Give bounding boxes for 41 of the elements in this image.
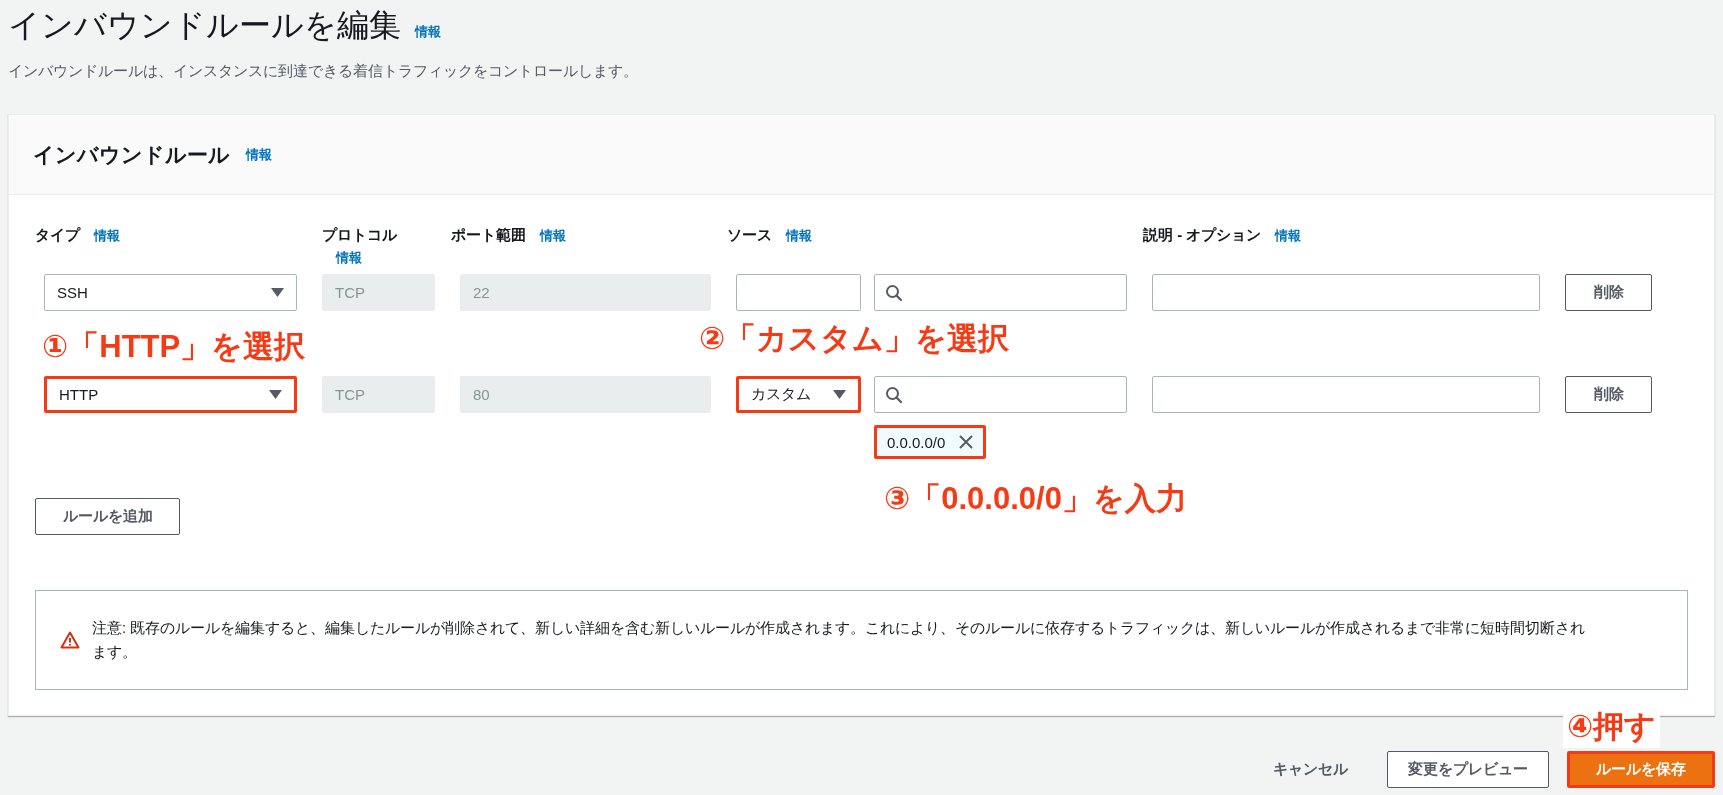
column-header: プロトコル [322,226,397,245]
search-icon [885,283,903,302]
source-select[interactable]: カスタム [736,376,861,413]
info-link[interactable]: 情報 [94,227,120,245]
info-link[interactable]: 情報 [336,249,362,267]
info-link[interactable]: 情報 [246,145,272,164]
info-link[interactable]: 情報 [786,227,812,245]
search-icon [885,385,903,404]
info-link[interactable]: 情報 [540,227,566,245]
caret-icon [271,288,284,297]
search-field[interactable] [874,376,1127,413]
type-select[interactable]: SSH [44,274,297,311]
source-select[interactable] [736,274,861,311]
description-field[interactable] [1152,274,1540,311]
info-link[interactable]: 情報 [1275,227,1302,245]
port-range-field: 80 [460,376,711,413]
column-header: タイプ [35,226,80,245]
panel-title: インバウンドルール [33,141,230,168]
description-field[interactable] [1152,376,1540,413]
page-description: インバウンドルールは、インスタンスに到達できる着信トラフィックをコントロールします。 [8,62,639,81]
delete-button[interactable]: 削除 [1565,376,1652,413]
cidr-token: 0.0.0.0/0 [874,425,987,459]
delete-button[interactable]: 削除 [1565,274,1652,311]
close-icon[interactable] [959,435,974,449]
caret-icon [269,390,282,399]
preview-button[interactable]: 変更をプレビュー [1387,751,1549,788]
info-link[interactable]: 情報 [415,23,441,41]
add-rule-button[interactable]: ルールを追加 [35,498,180,535]
port-range-field: 22 [460,274,711,311]
protocol-field: TCP [322,274,435,311]
warning-text: 注意: 既存のルールを編集すると、編集したルールが削除されて、新しい詳細を含む新しいルールが作成されます。これにより、そのルールに依存するトラフィックは、新しいルールが作成されるまで非常に短時間切断されます。 [92,618,1587,662]
protocol-field: TCP [322,376,435,413]
column-header: ポート範囲 [451,226,526,245]
search-field[interactable] [874,274,1127,311]
cancel-button[interactable]: キャンセル [1252,751,1369,788]
warning-icon [60,631,80,649]
column-header: 説明 - オプション [1143,226,1262,245]
type-select[interactable]: HTTP [44,376,297,413]
page-title: インバウンドルールを編集 [8,6,401,45]
column-header: ソース [727,226,772,245]
caret-icon [833,390,846,399]
